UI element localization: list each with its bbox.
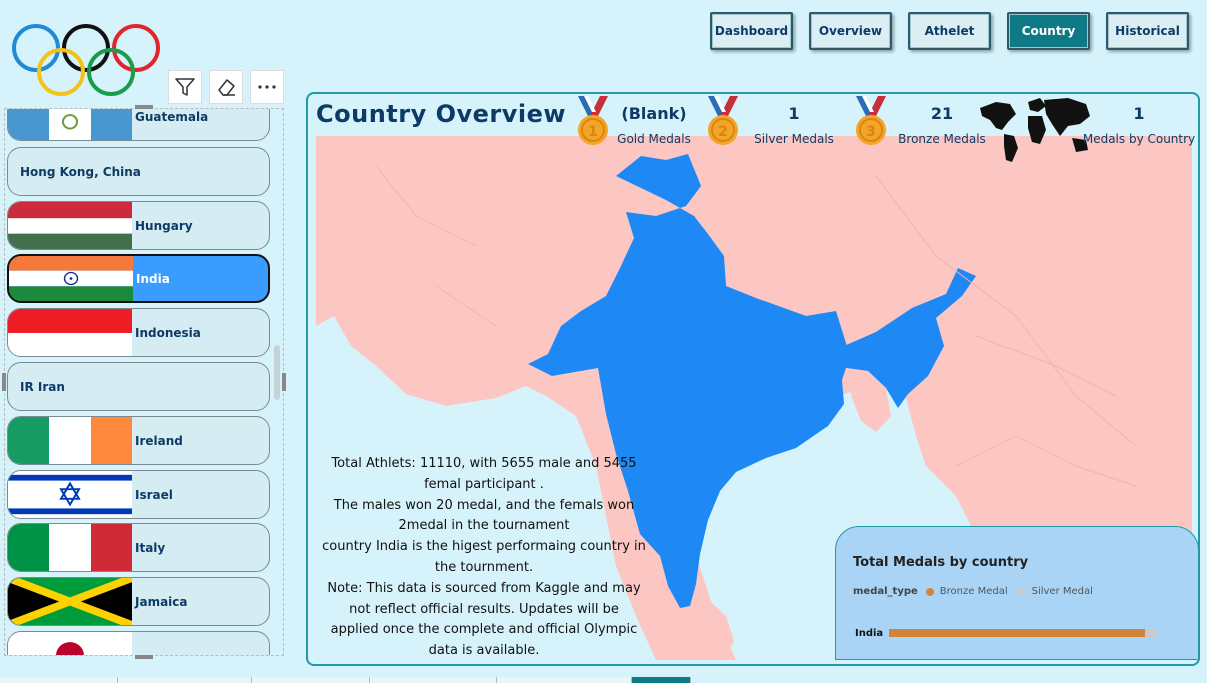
ireland-flag-icon — [8, 417, 132, 464]
note-line: Total Athlets: 11110, with 5655 male and… — [331, 456, 637, 471]
country-label: Israel — [135, 487, 173, 502]
country-label: Hong Kong, China — [20, 164, 141, 179]
clear-selections-button[interactable] — [209, 70, 243, 104]
chart-title: Total Medals by country — [853, 555, 1029, 570]
country-label: IR Iran — [20, 379, 65, 394]
slicer-item-ir-iran[interactable]: IR Iran — [7, 362, 270, 411]
guatemala-flag-icon — [8, 109, 132, 140]
bar-silver-segment[interactable] — [889, 629, 1157, 637]
indonesia-flag-icon — [8, 309, 132, 356]
note-line: country India is the higest performaing … — [322, 539, 646, 555]
gold-medals-label: Gold Medals — [617, 132, 691, 146]
note-line: femal participant . — [424, 476, 544, 492]
bronze-medal-number: 3 — [866, 124, 876, 140]
nav-historical-button[interactable]: Historical — [1106, 12, 1189, 50]
medals-by-country-label: Medals by Country — [1082, 132, 1196, 146]
page-tab[interactable] — [0, 677, 118, 683]
nav-overview-button[interactable]: Overview — [809, 12, 892, 50]
page-tab[interactable] — [118, 677, 252, 683]
country-label: Italy — [135, 540, 166, 555]
resize-handle[interactable] — [135, 655, 153, 659]
hungary-flag-icon — [8, 202, 132, 249]
israel-flag-icon — [8, 471, 132, 518]
legend-title: medal_type — [853, 586, 918, 597]
slicer-item-japan[interactable] — [7, 631, 270, 655]
silver-medals-label: Silver Medals — [754, 132, 834, 146]
resize-handle[interactable] — [282, 373, 286, 391]
nav-dashboard-button[interactable]: Dashboard — [710, 12, 793, 50]
bronze-medals-value: 21 — [930, 104, 954, 123]
country-label: Ireland — [135, 433, 183, 448]
bronze-medal-icon: 3 — [856, 96, 886, 145]
slicer-item-india[interactable]: India — [7, 254, 270, 303]
country-overview-panel: Country Overview 1 2 3 (Blank) Gold Meda… — [306, 92, 1200, 666]
india-flag-icon — [9, 256, 133, 301]
jamaica-flag-icon — [8, 578, 132, 625]
note-line: the tournment. — [434, 559, 534, 575]
slicer-item-ireland[interactable]: Ireland — [7, 416, 270, 465]
legend-silver-dot — [1017, 587, 1026, 596]
silver-medal-number: 2 — [718, 124, 728, 140]
silver-medal-icon: 2 — [708, 96, 738, 145]
japan-flag-icon — [8, 632, 132, 655]
note-line: The males won 20 medal, and the femals w… — [333, 497, 635, 513]
slicer-item-guatemala[interactable]: Guatemala — [7, 109, 270, 141]
total-medals-chart[interactable]: Total Medals by country medal_type Bronz… — [835, 526, 1198, 660]
more-options-icon — [258, 85, 276, 89]
gold-medals-value: (Blank) — [621, 104, 687, 123]
country-label: India — [136, 271, 170, 286]
legend-silver-label: Silver Medal — [1031, 586, 1093, 597]
note-line: not reflect official results. Updates wi… — [349, 601, 619, 617]
note-line: data is available. — [428, 643, 540, 659]
bronze-medals-label: Bronze Medals — [898, 132, 986, 146]
country-label: Guatemala — [135, 109, 209, 124]
eraser-icon — [218, 79, 235, 96]
bar-bronze-segment[interactable] — [889, 629, 1145, 637]
world-map-icon — [980, 98, 1090, 162]
nav-country-button[interactable]: Country — [1007, 12, 1090, 50]
gold-medal-icon: 1 — [578, 96, 608, 145]
summary-note: Total Athlets: 11110, with 5655 male and… — [308, 454, 660, 662]
page-tab[interactable] — [252, 677, 370, 683]
resize-handle[interactable] — [2, 373, 6, 391]
slicer-item-italy[interactable]: Italy — [7, 523, 270, 572]
bar-category-label: India — [855, 628, 884, 639]
nav-athelet-button[interactable]: Athelet — [908, 12, 991, 50]
legend-bronze-label: Bronze Medal — [939, 586, 1008, 597]
slicer-item-israel[interactable]: Israel — [7, 470, 270, 519]
country-label: Jamaica — [135, 594, 188, 609]
more-options-button[interactable] — [250, 70, 284, 104]
scrollbar-thumb[interactable] — [274, 345, 280, 400]
filter-button[interactable] — [168, 70, 202, 104]
page-tab[interactable] — [370, 677, 497, 683]
country-label: Hungary — [135, 218, 193, 233]
italy-flag-icon — [8, 524, 132, 571]
slicer-item-jamaica[interactable]: Jamaica — [7, 577, 270, 626]
country-label: Indonesia — [135, 325, 201, 340]
slicer-item-indonesia[interactable]: Indonesia — [7, 308, 270, 357]
page-tab-active[interactable] — [632, 677, 691, 683]
legend-bronze-dot — [925, 587, 934, 596]
slicer-item-hungary[interactable]: Hungary — [7, 201, 270, 250]
note-line: applied once the complete and official O… — [330, 622, 638, 638]
country-slicer[interactable]: Guatemala Hong Kong, China Hungary India… — [4, 108, 284, 656]
medals-by-country-value: 1 — [1133, 104, 1145, 123]
chart-legend: medal_type Bronze Medal Silver Medal — [853, 586, 1093, 597]
slicer-item-hong-kong[interactable]: Hong Kong, China — [7, 147, 270, 196]
page-tab[interactable] — [497, 677, 632, 683]
note-line: 2medal in the tournament — [398, 518, 570, 534]
gold-medal-number: 1 — [588, 124, 598, 140]
olympic-rings-logo — [12, 24, 160, 96]
resize-handle[interactable] — [135, 105, 153, 109]
silver-medals-value: 1 — [788, 104, 800, 123]
filter-icon — [175, 78, 195, 96]
page-title: Country Overview — [316, 100, 567, 128]
note-line: Note: This data is sourced from Kaggle a… — [327, 580, 641, 596]
